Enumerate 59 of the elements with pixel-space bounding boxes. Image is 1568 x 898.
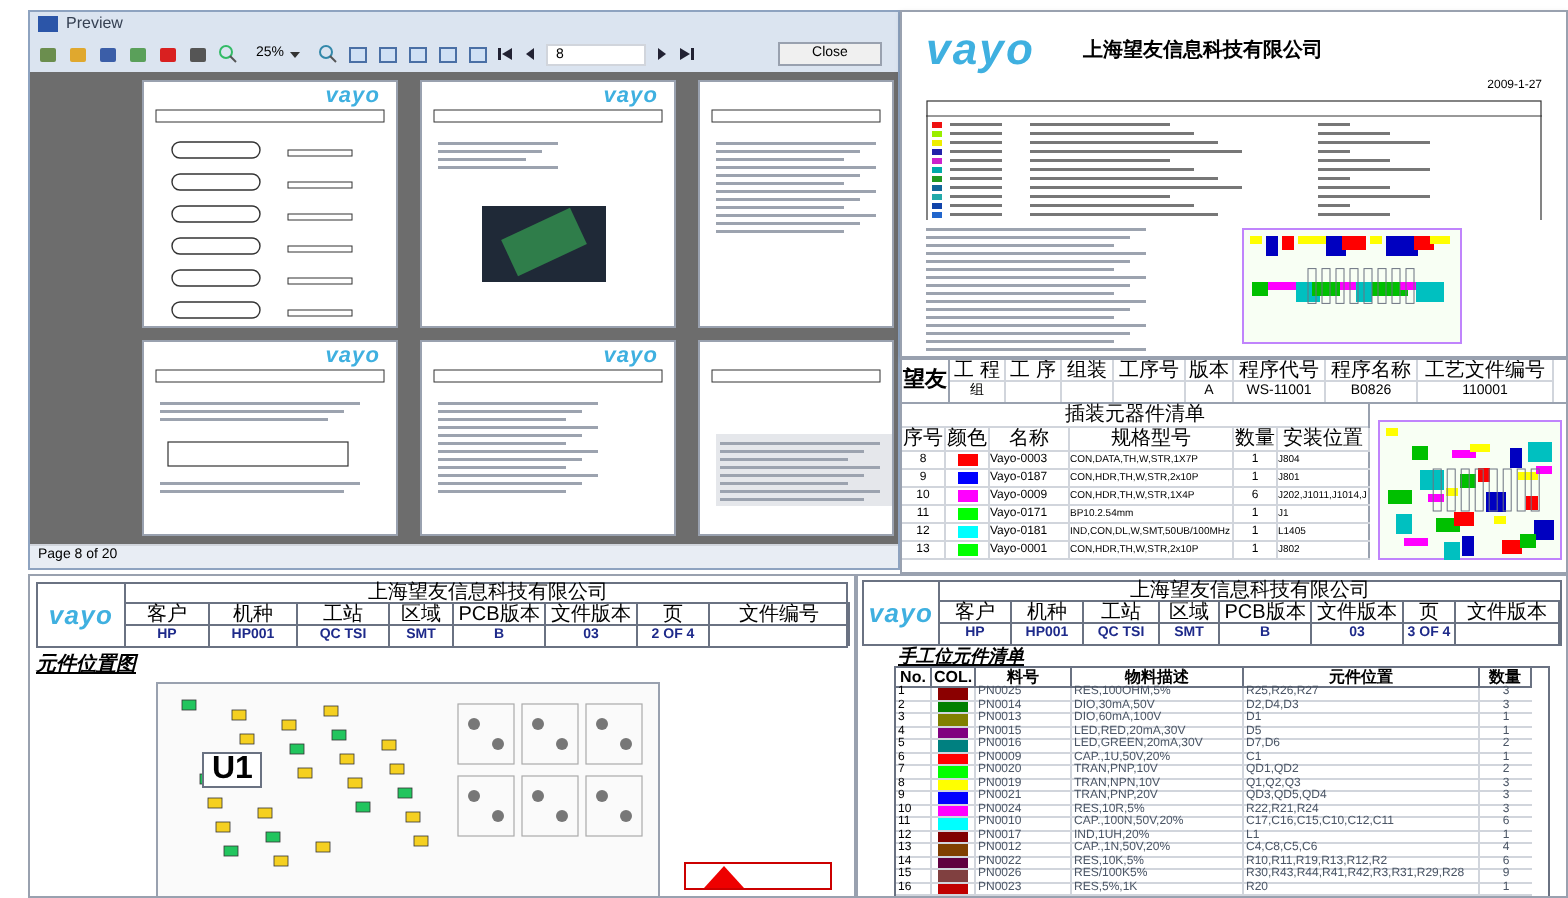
company-logo-text: 望友 <box>902 360 950 402</box>
logo: vayo <box>926 28 1036 72</box>
first-page-icon[interactable] <box>498 46 515 62</box>
column-header: 颜色 <box>946 428 990 452</box>
header-label: 区域 <box>390 604 454 626</box>
header-label: 文件版本 <box>546 604 638 626</box>
column-header: No. <box>896 668 932 688</box>
header-label: 工站 <box>298 604 390 626</box>
header-label: 客户 <box>126 604 210 626</box>
column-header: 序号 <box>902 428 946 452</box>
column-header: 安装位置 <box>1278 428 1370 452</box>
column-header: 数量 <box>1480 668 1532 688</box>
header-label: 客户 <box>940 602 1012 624</box>
header-label: 组装 <box>1062 360 1114 382</box>
column-header: 元件位置 <box>1244 668 1480 688</box>
component-label: U1 <box>202 752 263 788</box>
next-page-icon[interactable] <box>656 46 669 62</box>
company-name: 上海望友信息科技有限公司 <box>126 584 850 604</box>
section-title: 元件位置图 <box>36 654 141 676</box>
column-header: 料号 <box>976 668 1072 688</box>
header-label: 机种 <box>1012 602 1084 624</box>
header-label: 机种 <box>210 604 298 626</box>
last-page-icon[interactable] <box>678 46 695 62</box>
header-label: 页 <box>638 604 710 626</box>
logo: vayo <box>603 86 658 108</box>
logo: vayo <box>603 346 658 368</box>
header-label: 工站 <box>1084 602 1160 624</box>
page-thumbnail[interactable]: vayo <box>420 340 676 536</box>
page-thumbnail[interactable] <box>698 80 894 328</box>
zoom-out-icon[interactable] <box>318 44 339 64</box>
header-label: PCB版本 <box>454 604 546 626</box>
logo: vayo <box>325 86 380 108</box>
caret-icon <box>290 51 301 57</box>
logo: vayo <box>325 346 380 368</box>
header-label: 文件版本 <box>1456 602 1560 624</box>
column-header: 规格型号 <box>1070 428 1234 452</box>
company-name: 上海望友信息科技有限公司 <box>1083 37 1324 65</box>
page-thumbnail[interactable]: vayo <box>420 80 676 328</box>
column-header: 数量 <box>1234 428 1278 452</box>
header-label: 版本 <box>1186 360 1234 382</box>
header-label: 区域 <box>1160 602 1220 624</box>
column-header: 名称 <box>990 428 1070 452</box>
header-label: 工 程 <box>950 360 1006 382</box>
header-label: 文件编号 <box>710 604 850 626</box>
logo: vayo <box>48 602 114 628</box>
header-label: 文件版本 <box>1312 602 1404 624</box>
page-thumbnail[interactable]: vayo <box>142 80 398 328</box>
page-thumbnail[interactable] <box>698 340 894 536</box>
table-title: 插装元器件清单 <box>902 404 1368 428</box>
page-thumbnail[interactable]: vayo <box>142 340 398 536</box>
previous-page-icon[interactable] <box>524 46 537 62</box>
window-title: Preview <box>66 12 123 36</box>
company-name: 上海望友信息科技有限公司 <box>940 582 1560 602</box>
header-label: PCB版本 <box>1220 602 1312 624</box>
column-header: 物料描述 <box>1072 668 1244 688</box>
zoom-in-icon[interactable] <box>218 44 238 64</box>
logo: vayo <box>868 600 934 626</box>
section-title: 手工位元件清单 <box>898 646 1027 666</box>
header-label: 页 <box>1404 602 1456 624</box>
